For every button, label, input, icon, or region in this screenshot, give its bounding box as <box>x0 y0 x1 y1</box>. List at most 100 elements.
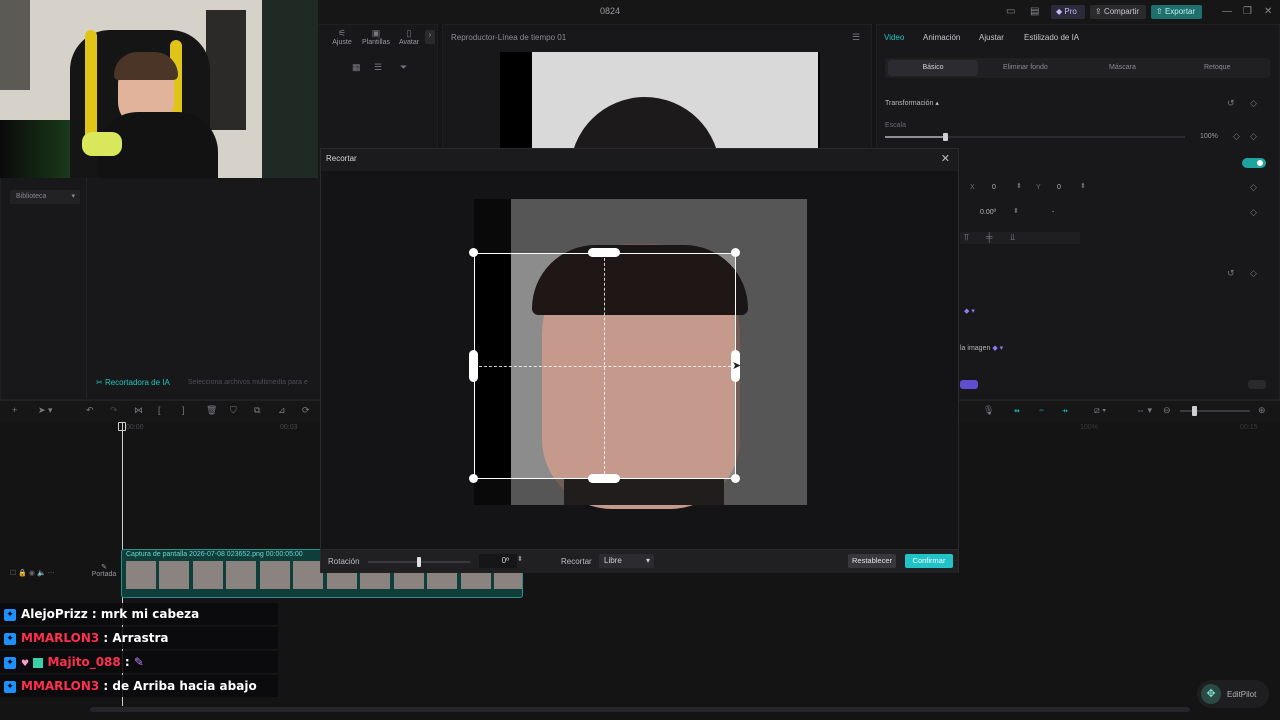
editpilot-button[interactable]: ✥ EditPilot <box>1197 680 1269 708</box>
chat-text: mrk mi cabeza <box>100 607 200 621</box>
cover-button[interactable]: ✎ Portada <box>90 563 118 578</box>
restore-icon[interactable]: ❐ <box>1243 6 1252 17</box>
tab-ajuste[interactable]: ⚟ Ajuste <box>330 28 354 46</box>
audio-icon[interactable]: 🔈 <box>37 570 46 577</box>
modal-title: Recortar <box>326 154 357 163</box>
tab-video[interactable]: Video <box>884 33 904 42</box>
keyframe-icon-4[interactable]: ◇ <box>1250 207 1257 218</box>
filter-icon[interactable]: ⏷ <box>400 62 407 73</box>
shield-icon[interactable]: ⛉ <box>230 405 237 416</box>
crop-icon[interactable]: ⧉ <box>254 405 260 416</box>
zoom-out-icon[interactable]: ⊖ <box>1163 405 1171 416</box>
lock-icon[interactable]: 🔒 <box>18 570 27 577</box>
pos-x-value[interactable]: 0 <box>992 184 996 191</box>
delete-icon[interactable]: 🗑 <box>206 405 217 416</box>
undo-icon[interactable]: ↶ <box>86 405 94 416</box>
align-center-icon[interactable]: ╪ <box>986 232 992 242</box>
close-window-icon[interactable]: ✕ <box>1264 6 1272 17</box>
subtab-mascara[interactable]: Máscara <box>1109 64 1136 71</box>
zoom-thumb[interactable] <box>1192 406 1197 416</box>
scale-thumb[interactable] <box>943 133 948 141</box>
export-button[interactable]: ⇧ Exportar <box>1151 5 1202 19</box>
rotation-slider[interactable] <box>368 557 470 567</box>
subtab-eliminar-fondo[interactable]: Eliminar fondo <box>1003 64 1048 71</box>
reset-button[interactable]: Restablecer <box>848 554 896 568</box>
panel-icon[interactable]: ▤ <box>1030 6 1039 17</box>
keyframe-icon[interactable]: ◇ <box>1250 98 1257 109</box>
rotation-stepper-icon[interactable]: ⬍ <box>517 555 523 563</box>
magnet-icon[interactable]: ⇔ <box>1038 407 1045 414</box>
pro-button[interactable]: ◆ Pro <box>1051 5 1085 19</box>
layout-icon[interactable]: ▭ <box>1006 6 1015 17</box>
more-icon[interactable]: ⋯ <box>48 570 55 577</box>
tab-animacion[interactable]: Animación <box>923 33 960 42</box>
keyframe-icon-3[interactable]: ◇ <box>1250 182 1257 193</box>
crop-handle-top-left[interactable] <box>469 248 478 257</box>
reset-icon[interactable]: ↺ <box>1227 98 1235 109</box>
crop-handle-top-right[interactable] <box>731 248 740 257</box>
crop-handle-bottom-left[interactable] <box>469 474 478 483</box>
sort-icon[interactable]: ☰ <box>374 62 382 73</box>
grid-view-icon[interactable]: ▦ <box>352 62 361 73</box>
crop-handle-left[interactable] <box>469 350 478 382</box>
rotation-thumb[interactable] <box>417 557 421 567</box>
add-track-icon[interactable]: + <box>12 405 17 415</box>
diamond-small-icon[interactable]: ◇ <box>1233 131 1240 142</box>
tab-avatar[interactable]: ▯ Avatar <box>397 28 421 46</box>
trim-right-icon[interactable]: ] <box>182 405 185 415</box>
subtab-retoque[interactable]: Retoque <box>1204 64 1230 71</box>
fit-icon[interactable]: ⇔ ▾ <box>1136 405 1152 416</box>
select-tool-icon[interactable]: ➤ ▾ <box>38 405 53 416</box>
pos-y-stepper-icon[interactable]: ⬍ <box>1080 182 1086 190</box>
mirror-icon[interactable]: ⊿ <box>278 405 286 416</box>
subtab-basico[interactable]: Básico <box>888 60 978 76</box>
crop-handle-bottom-right[interactable] <box>731 474 740 483</box>
align-top-icon[interactable]: ⫪ <box>964 232 969 243</box>
menu-icon[interactable]: ☰ <box>852 32 860 43</box>
tab-ajustar[interactable]: Ajustar <box>979 33 1004 42</box>
crop-handle-bottom[interactable] <box>588 474 620 483</box>
reset-icon-2[interactable]: ↺ <box>1227 268 1235 279</box>
rotation-input[interactable]: 0º <box>479 554 517 568</box>
crop-handle-top[interactable] <box>588 248 620 257</box>
pro-diamond-icon-2: ◆ ▾ <box>992 345 1004 352</box>
link-icon[interactable]: ⇸ <box>1062 407 1068 415</box>
keyframe-icon-2[interactable]: ◇ <box>1250 131 1257 142</box>
rotation-stepper-icon[interactable]: ⬍ <box>1013 207 1019 215</box>
ai-cutouts-link[interactable]: ✂ Recortadora de IA <box>96 378 170 387</box>
crop-ratio-label: Recortar <box>561 557 592 566</box>
crop-canvas: ➤ <box>321 171 958 549</box>
checkbox-icon[interactable]: ☐ <box>10 570 16 577</box>
tab-estilizado[interactable]: Estilizado de IA <box>1024 33 1079 42</box>
pos-x-stepper-icon[interactable]: ⬍ <box>1016 182 1022 190</box>
mic-icon[interactable]: 🎙 <box>983 405 994 416</box>
trim-left-icon[interactable]: [ <box>158 405 161 415</box>
rotate-icon[interactable]: ⟳ <box>302 405 310 416</box>
scale-fill <box>885 136 945 138</box>
rotation-label: Rotación <box>328 557 360 566</box>
minimize-icon[interactable]: — <box>1222 6 1232 17</box>
crop-ratio-select[interactable]: Libre ▾ <box>599 554 654 568</box>
uniform-scale-toggle[interactable] <box>1242 158 1266 168</box>
timeline-scrollbar[interactable] <box>90 707 1190 712</box>
library-dropdown[interactable]: Biblioteca ▾ <box>10 190 80 204</box>
rotation-value-field[interactable]: 0.00º <box>980 209 996 216</box>
avatar-icon: ▯ <box>406 28 412 38</box>
scale-slider[interactable] <box>885 133 1185 141</box>
share-button[interactable]: ⇪ Compartir <box>1090 5 1146 19</box>
align-bottom-icon[interactable]: ⫫ <box>1010 232 1015 243</box>
keyframe-icon-5[interactable]: ◇ <box>1250 268 1257 279</box>
close-icon[interactable]: ✕ <box>941 152 950 165</box>
playhead-handle[interactable] <box>118 422 126 431</box>
tab-plantillas[interactable]: ▣ Plantillas <box>360 28 392 46</box>
pos-y-value[interactable]: 0 <box>1057 184 1061 191</box>
confirm-button[interactable]: Confirmar <box>905 554 953 568</box>
link-main-icon[interactable]: ⇹ <box>1014 407 1020 415</box>
preview-axis-icon[interactable]: ⧄ ▾ <box>1094 405 1106 416</box>
chevron-right-icon[interactable]: › <box>425 30 435 44</box>
zoom-slider[interactable] <box>1180 406 1250 416</box>
split-icon[interactable]: ⋈ <box>134 405 143 416</box>
eye-icon[interactable]: ◉ <box>29 570 35 577</box>
zoom-in-icon[interactable]: ⊕ <box>1258 405 1266 416</box>
redo-icon[interactable]: ↷ <box>110 405 118 416</box>
